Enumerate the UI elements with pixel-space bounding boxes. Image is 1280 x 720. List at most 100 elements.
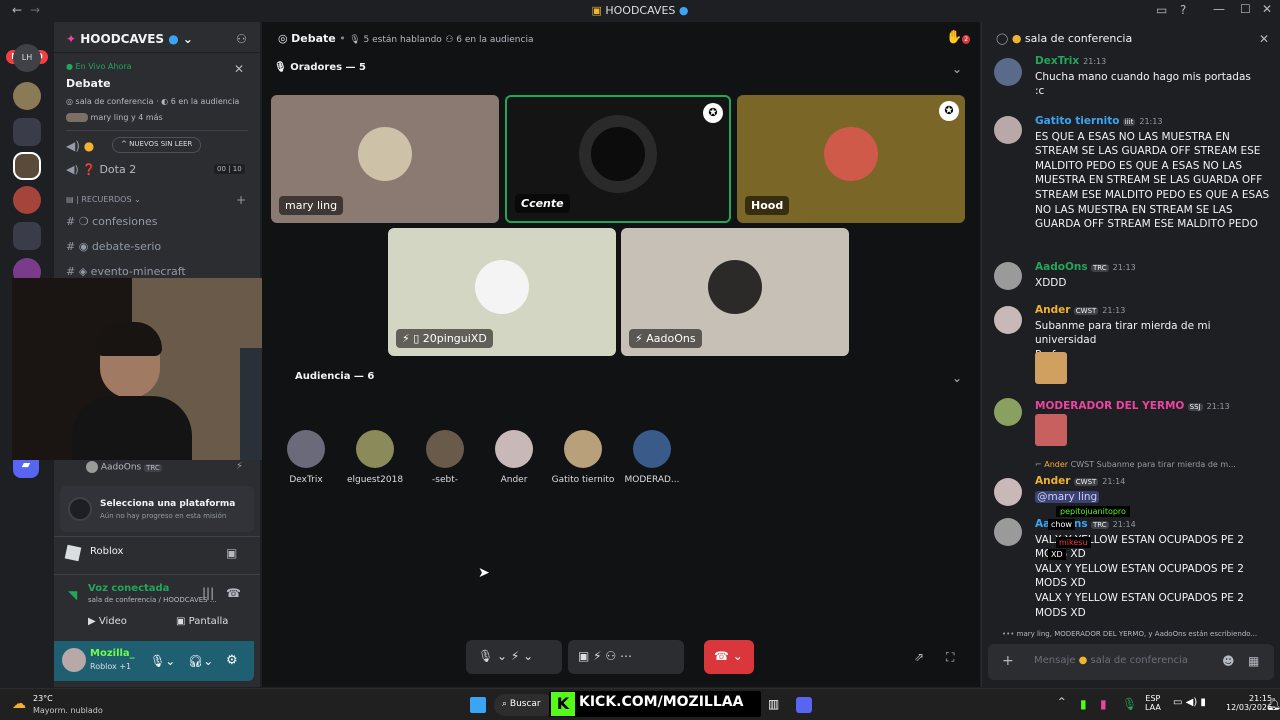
audience-member[interactable]: elguest2018	[340, 430, 410, 485]
chat-panel: ◯ ● sala de conferencia ✕ DexTrix 21:13 Ch…	[981, 22, 1280, 687]
voice-status[interactable]: Voz conectada	[88, 583, 169, 594]
voice-channel-dota[interactable]: ◀) ❓ Dota 2	[66, 163, 136, 176]
headphones-icon[interactable]: 🎧︎⌄	[188, 654, 213, 668]
speaker-tile[interactable]: Ccente ✪	[505, 95, 731, 223]
category-recuerdos[interactable]: ▤ | RECUERDOS ⌄	[66, 195, 141, 204]
network-icon[interactable]: ▭ ◀) ▮	[1173, 697, 1206, 708]
server-folder-icon[interactable]	[13, 118, 41, 146]
apps-icon[interactable]: ▦	[1248, 654, 1259, 668]
speaker-tile[interactable]: mary ling	[271, 95, 499, 223]
input-placeholder: Mensaje ● sala de conferencia	[1034, 655, 1189, 666]
stage-name[interactable]: Debate	[66, 77, 111, 90]
stage-members: mary ling y 4 más	[66, 113, 163, 122]
self-name[interactable]: Mozilla_	[90, 648, 135, 659]
add-channel-icon[interactable]: +	[236, 193, 246, 207]
channel-confesiones[interactable]: # ❍ confesiones	[66, 215, 157, 228]
chevron-down-icon[interactable]: ⌄	[952, 62, 962, 76]
chat-header: ◯ ● sala de conferencia	[996, 32, 1133, 45]
add-attachment-icon[interactable]: +	[1002, 653, 1014, 669]
stage-controls[interactable]: ▣ ⚡ ⚇ ⋯	[568, 640, 684, 674]
leave-stage-button[interactable]: ☎ ⌄	[704, 640, 754, 674]
tray-icon[interactable]: ▮	[1100, 697, 1107, 711]
notification-icon[interactable]: 🔔︎	[1266, 697, 1280, 711]
speaker-name: Ccente	[515, 194, 570, 213]
screen-share-button[interactable]: ▣ Pantalla	[158, 612, 250, 633]
channel-debate-serio[interactable]: # ◉ debate-serio	[66, 240, 161, 253]
avatar[interactable]	[994, 478, 1022, 506]
settings-gear-icon[interactable]: ⚙	[226, 653, 238, 668]
avatar[interactable]	[994, 518, 1022, 546]
microphone-icon[interactable]: 🎙︎⌄	[150, 654, 175, 668]
voice-user[interactable]: AadoOns TRC	[86, 461, 162, 473]
video-button[interactable]: ▶ Video	[62, 612, 154, 633]
avatar[interactable]	[994, 262, 1022, 290]
taskbar-search[interactable]: ⌕ Buscar	[494, 694, 554, 716]
discord-taskbar-icon[interactable]	[796, 697, 812, 713]
minimize-icon[interactable]: —	[1213, 2, 1225, 16]
speaker-tile[interactable]: Hood ✪	[737, 95, 965, 223]
popout-icon[interactable]: ⇗	[914, 650, 924, 664]
server-icon[interactable]	[13, 82, 41, 110]
stage-header: ◎ Debate • 🎙︎ 5 están hablando ⚇ 6 en la…	[278, 32, 534, 45]
inbox-icon[interactable]: ▭	[1156, 3, 1167, 17]
weather-desc: Mayorm. nublado	[33, 706, 103, 715]
roblox-icon	[64, 544, 82, 562]
quest-icon	[68, 497, 92, 521]
avatar	[358, 127, 412, 181]
audio-app-icon[interactable]: ▥	[768, 697, 779, 711]
chevron-down-icon[interactable]: ⌄	[952, 371, 962, 385]
reply-preview[interactable]: ⌐ Ander CWST Subanme para tirar mierda d…	[1035, 460, 1275, 469]
quest-card[interactable]: Selecciona una plataforma Aún no hay pro…	[60, 486, 254, 532]
speaker-tile[interactable]: ⚡ AadoOns	[621, 228, 849, 356]
windows-start-icon[interactable]	[470, 697, 486, 713]
server-icon[interactable]: LH	[13, 44, 41, 72]
user-count-badge: 00 | 10	[214, 164, 245, 174]
avatar[interactable]	[994, 116, 1022, 144]
active-server-icon[interactable]	[13, 152, 41, 180]
platform-subtitle: Aún no hay progreso en esta misión	[100, 512, 227, 520]
avatar[interactable]	[994, 306, 1022, 334]
avatar	[475, 260, 529, 314]
platform-title: Selecciona una plataforma	[100, 499, 236, 509]
raise-hand-icon[interactable]: ✋ 2	[946, 30, 971, 45]
close-icon[interactable]: ✕	[1262, 2, 1272, 16]
disconnect-icon[interactable]: ☎	[226, 586, 241, 600]
close-live-icon[interactable]: ✕	[234, 62, 244, 76]
speaker-name: ⚡ AadoOns	[629, 329, 702, 348]
add-member-icon[interactable]: ⚇	[236, 32, 247, 46]
stage-info: ◎ sala de conferencia · ◐ 6 en la audien…	[66, 97, 240, 106]
mute-slash-icon: ⚡	[236, 461, 244, 472]
weather-temp[interactable]: 23°C	[33, 694, 53, 703]
activity-icon[interactable]: ▣	[226, 546, 237, 560]
help-icon[interactable]: ?	[1180, 3, 1186, 17]
sticker-image[interactable]	[1035, 414, 1067, 446]
speaker-name: mary ling	[279, 196, 344, 215]
audience-member[interactable]: Ander	[479, 430, 549, 485]
message-input[interactable]: + Mensaje ● sala de conferencia ☻ ▦	[988, 644, 1274, 680]
chat-message: Ander CWST 21:14 @mary ling	[1035, 475, 1126, 503]
sticker-image[interactable]	[1035, 352, 1067, 384]
new-unread-pill[interactable]: ^ NUEVOS SIN LEER	[112, 137, 202, 153]
tray-icon[interactable]: 🎙︎	[1122, 697, 1137, 711]
emoji-icon[interactable]: ☻	[1222, 654, 1235, 668]
audience-member[interactable]: Gatito tiernito	[548, 430, 618, 485]
avatar[interactable]	[994, 58, 1022, 86]
server-folder-icon[interactable]	[13, 222, 41, 250]
server-icon[interactable]	[13, 186, 41, 214]
avatar[interactable]	[62, 648, 86, 672]
audience-member[interactable]: DexTrix	[271, 430, 341, 485]
mic-control[interactable]: 🎙︎ ⌄ ⚡ ⌄	[466, 640, 562, 674]
tray-icon[interactable]: ▮	[1080, 697, 1087, 711]
server-name[interactable]: ✦ HOODCAVES ● ⌄	[66, 32, 193, 46]
audience-member[interactable]: -sebt-	[410, 430, 480, 485]
audience-member[interactable]: MODERAD...	[617, 430, 687, 485]
language-indicator[interactable]: ESP LAA	[1145, 694, 1161, 712]
speaker-tile[interactable]: ⚡ ▯ 20pinguiXD	[388, 228, 616, 356]
fullscreen-icon[interactable]: ⛶	[946, 650, 954, 665]
noise-suppression-icon[interactable]: |||	[202, 586, 214, 600]
close-icon[interactable]: ✕	[1259, 32, 1269, 46]
tray-expand-icon[interactable]: ^	[1058, 697, 1066, 707]
channel-evento-minecraft[interactable]: # ◈ evento-minecraft	[66, 265, 186, 278]
maximize-icon[interactable]: ☐	[1240, 2, 1251, 16]
avatar[interactable]	[994, 398, 1022, 426]
